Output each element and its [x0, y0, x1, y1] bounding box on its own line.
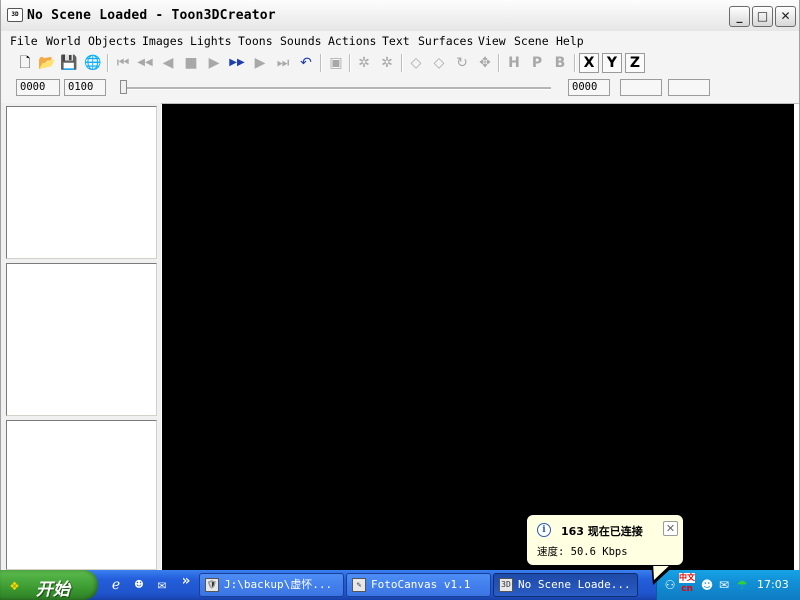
menu-view[interactable]: View [478, 34, 506, 48]
undo-icon[interactable]: ↶ [296, 53, 316, 73]
mail-tray-icon[interactable]: ✉ [716, 577, 732, 593]
menu-text[interactable]: Text [382, 34, 410, 48]
menu-scene[interactable]: Scene [514, 34, 549, 48]
menu-world[interactable]: World [46, 34, 81, 48]
bone-edit-icon[interactable]: ✲ [377, 53, 397, 73]
close-button[interactable]: ✕ [775, 6, 796, 27]
menu-lights[interactable]: Lights [190, 34, 232, 48]
toolbar-separator [498, 54, 500, 72]
timeline-bar: 0000 0100 0000 [1, 75, 799, 104]
step-forward-icon[interactable]: ▶ [250, 53, 270, 73]
z-axis-button[interactable]: Z [625, 53, 645, 73]
new-file-icon[interactable]: 🗋 [15, 53, 35, 73]
toolbar-separator [574, 54, 576, 72]
app-window: 3D No Scene Loaded - Toon3DCreator _ □ ✕… [0, 0, 800, 570]
preview-panel-middle[interactable] [6, 263, 157, 416]
taskbar-task-toon3d[interactable]: 3D No Scene Loade... [493, 573, 638, 597]
play-icon[interactable]: ▶ [204, 53, 224, 73]
notification-balloon[interactable]: i 163 现在已连接 ✕ 速度: 50.6 Kbps [526, 514, 684, 566]
x-axis-button[interactable]: X [579, 53, 599, 73]
start-label: 开始 [36, 580, 70, 600]
pitch-button[interactable]: P [527, 53, 547, 73]
menu-help[interactable]: Help [556, 34, 584, 48]
extra-field-2[interactable] [668, 79, 710, 96]
current-frame-field[interactable]: 0000 [568, 79, 610, 96]
umbrella-tray-icon[interactable]: ☂ [734, 577, 750, 593]
task-label: J:\backup\虚怀... [224, 578, 333, 591]
taskbar-task-explorer[interactable]: 🛡 J:\backup\虚怀... [199, 573, 344, 597]
edit-shape-icon[interactable]: ◇ [406, 53, 426, 73]
info-icon: i [537, 523, 551, 537]
task-label: No Scene Loade... [518, 578, 631, 591]
fast-forward-icon[interactable]: ▶▶ [227, 53, 247, 73]
paint-icon: ✎ [352, 578, 366, 592]
menu-actions[interactable]: Actions [328, 34, 376, 48]
minimize-button[interactable]: _ [729, 6, 750, 27]
ime-chinese-icon[interactable]: 中文 [679, 573, 695, 583]
bone-tool-icon[interactable]: ✲ [354, 53, 374, 73]
timeline-slider-track[interactable] [123, 87, 551, 90]
move-icon[interactable]: ✥ [475, 53, 495, 73]
outlook-express-icon[interactable]: ✉ [154, 577, 170, 593]
app-3d-icon: 3D [499, 578, 513, 592]
preview-panel-bottom[interactable] [6, 420, 157, 570]
edit-shape-alt-icon[interactable]: ◇ [429, 53, 449, 73]
save-icon[interactable]: 💾 [59, 53, 79, 73]
balloon-close-button[interactable]: ✕ [663, 521, 678, 536]
end-frame-field[interactable]: 0100 [64, 79, 106, 96]
start-button[interactable]: ❖ 开始 [0, 570, 98, 600]
step-back-icon[interactable]: ◀ [158, 53, 178, 73]
menu-objects[interactable]: Objects [88, 34, 136, 48]
camera-icon[interactable]: ▣ [326, 53, 346, 73]
extra-field-1[interactable] [620, 79, 662, 96]
menu-images[interactable]: Images [142, 34, 184, 48]
taskbar-task-fotocanvas[interactable]: ✎ FotoCanvas v1.1 [346, 573, 491, 597]
window-title: No Scene Loaded - Toon3DCreator [27, 8, 276, 23]
maximize-button[interactable]: □ [752, 6, 773, 27]
bank-button[interactable]: B [550, 53, 570, 73]
taskbar: ❖ 开始 ℯ ☻ ✉ » 🛡 J:\backup\虚怀... ✎ FotoCan… [0, 570, 800, 600]
shield-icon: 🛡 [205, 578, 219, 592]
toolbar-separator [107, 54, 109, 72]
menu-surfaces[interactable]: Surfaces [418, 34, 473, 48]
open-folder-icon[interactable]: 📂 [37, 53, 57, 73]
y-axis-button[interactable]: Y [602, 53, 622, 73]
ime-cn-icon[interactable]: cn [679, 584, 695, 594]
clock[interactable]: 17:03 [757, 578, 789, 591]
scene-viewport[interactable] [162, 104, 794, 570]
rewind-icon[interactable]: ◀◀ [135, 53, 155, 73]
quicklaunch-more-icon[interactable]: » [178, 573, 194, 589]
last-frame-icon[interactable]: ⏭ [273, 53, 293, 73]
toolbar: 🗋 📂 💾 🌐 ⏮ ◀◀ ◀ ■ ▶ ▶▶ ▶ ⏭ ↶ ▣ ✲ ✲ ◇ ◇ ↻ … [1, 51, 799, 76]
toolbar-separator [349, 54, 351, 72]
heading-button[interactable]: H [504, 53, 524, 73]
menu-sounds[interactable]: Sounds [280, 34, 322, 48]
task-label: FotoCanvas v1.1 [371, 578, 471, 591]
title-bar[interactable]: 3D No Scene Loaded - Toon3DCreator _ □ ✕ [1, 0, 799, 32]
windows-logo-icon: ❖ [10, 576, 20, 594]
first-frame-icon[interactable]: ⏮ [113, 53, 133, 73]
menu-file[interactable]: File [10, 34, 38, 48]
qq-penguin-icon[interactable]: ☻ [131, 577, 147, 593]
app-icon[interactable]: 3D [7, 8, 23, 22]
qq-tray-icon[interactable]: ☻ [699, 577, 715, 593]
stop-icon[interactable]: ■ [181, 53, 201, 73]
menu-toons[interactable]: Toons [238, 34, 273, 48]
toolbar-separator [320, 54, 322, 72]
balloon-title: 163 现在已连接 [561, 525, 643, 538]
internet-explorer-icon[interactable]: ℯ [108, 577, 124, 593]
system-tray: ⚇ 中文 cn ☻ ✉ ☂ 17:03 [656, 570, 800, 600]
toolbar-separator [401, 54, 403, 72]
balloon-text: 速度: 50.6 Kbps [537, 546, 628, 558]
preview-panel-top[interactable] [6, 106, 157, 259]
web-globe-icon[interactable]: 🌐 [83, 53, 103, 73]
menu-bar: File World Objects Images Lights Toons S… [1, 31, 799, 52]
timeline-slider-thumb[interactable] [120, 80, 127, 94]
rotate-icon[interactable]: ↻ [452, 53, 472, 73]
start-frame-field[interactable]: 0000 [16, 79, 60, 96]
